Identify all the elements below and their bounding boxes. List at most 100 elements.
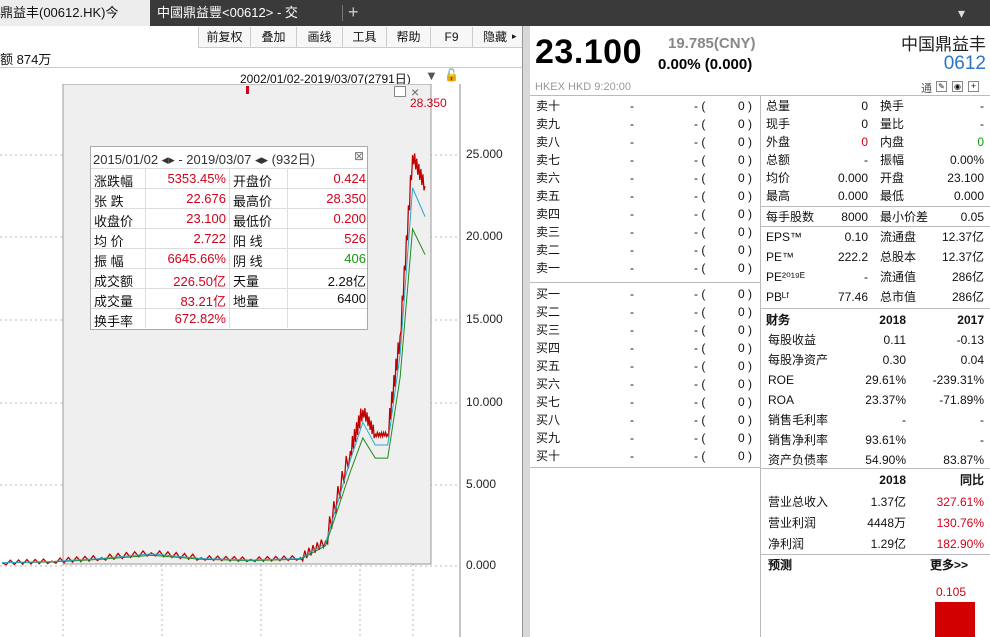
buy-level-volume: - ( [694,359,706,373]
event-marker[interactable] [246,86,249,94]
edit-icon[interactable]: ✎ [936,81,947,92]
popup-value: 0.424 [333,171,366,186]
toolbar-draw-button[interactable]: 画线 [296,27,342,47]
stat-value: 0.000 [837,189,868,203]
perf-yoy-value: 182.90% [936,537,984,551]
buy-level-label[interactable]: 买二 [536,303,560,321]
buy-level-label[interactable]: 买八 [536,411,560,429]
y-tick-label[interactable]: 20.000 [466,229,516,243]
lock-icon[interactable]: 🔓 [444,68,459,82]
ratio-label: 总股本 [880,250,917,264]
toolbar-f9-button[interactable]: F9 [430,27,472,47]
buy-level-price: - [630,341,634,355]
sell-level-count: 0 ) [738,117,753,131]
financials-value: 29.61% [865,373,906,387]
toolbar-overlay-button[interactable]: 叠加 [250,27,296,47]
buy-level-volume: - ( [694,449,706,463]
financials-label: 销售毛利率 [768,413,829,427]
ratio-label: EPS™ [766,230,803,244]
exchange-info: HKEX HKD 9:20:00 [535,81,631,93]
toolbar-tools-button[interactable]: 工具 [342,27,386,47]
buy-level-price: - [630,449,634,463]
add-tab-icon[interactable]: + [348,0,359,26]
popup-label: 换手率 [94,314,134,329]
y-tick-label[interactable]: 25.000 [466,147,516,161]
sell-level-price: - [630,207,634,221]
ratio-value: 222.2 [837,250,868,264]
sell-level-count: 0 ) [738,261,753,275]
popup-value: 23.100 [186,211,226,226]
popup-close-icon[interactable]: ⊠ [354,149,364,163]
sell-level-count: 0 ) [738,153,753,167]
sell-level-volume: - ( [694,117,706,131]
buy-level-count: 0 ) [738,431,753,445]
forecast-more-link[interactable]: 更多>> [930,556,968,574]
y-tick-label[interactable]: 10.000 [466,395,516,409]
sell-level-label[interactable]: 卖二 [536,241,560,259]
buy-level-label[interactable]: 买五 [536,357,560,375]
perf-value: 1.29亿 [870,537,906,551]
pane-splitter[interactable] [522,26,530,637]
perf-yoy-value: 130.76% [936,516,984,530]
buy-level-volume: - ( [694,431,706,445]
ratio-value: 77.46 [837,290,868,304]
chevron-down-icon[interactable]: ▾ [958,0,965,26]
popup-date-range[interactable]: 2015/01/02 ◂▸ - 2019/03/07 ◂▸ (932日) [93,149,365,168]
buy-level-count: 0 ) [738,395,753,409]
buy-level-label[interactable]: 买三 [536,321,560,339]
buy-level-label[interactable]: 买一 [536,285,560,303]
dropdown-icon[interactable]: ▼ [425,68,438,83]
sell-level-label[interactable]: 卖七 [536,151,560,169]
add-watch-icon[interactable]: + [968,81,979,92]
toolbar-help-button[interactable]: 帮助 [386,27,430,47]
sell-level-label[interactable]: 卖八 [536,133,560,151]
buy-level-label[interactable]: 买四 [536,339,560,357]
financials-value: 83.87% [943,453,984,467]
buy-level-label[interactable]: 买九 [536,429,560,447]
ratio-label: PBᴸᶠ [766,290,789,304]
toolbar-arrow-icon[interactable]: ▸ [512,31,517,42]
popup-value: 5353.45% [167,171,226,186]
ratio-label: PE²⁰¹⁹ᴱ [766,270,805,284]
sell-level-volume: - ( [694,225,706,239]
financials-value: 93.61% [865,433,906,447]
y-tick-label[interactable]: 15.000 [466,312,516,326]
popup-value: 6400 [337,291,366,306]
popup-value: 28.350 [326,191,366,206]
sell-level-label[interactable]: 卖四 [536,205,560,223]
close-selection-icon[interactable]: × [411,84,419,100]
tong-label[interactable]: 通 [921,80,932,96]
buy-level-label[interactable]: 买六 [536,375,560,393]
sell-level-label[interactable]: 卖一 [536,259,560,277]
tab-current-stock[interactable]: 鼎益丰(00612.HK)今 [0,0,150,26]
financials-value: - [980,413,984,427]
price-change: 0.00% (0.000) [658,56,753,73]
stat-label: 现手 [766,117,791,131]
orderbook-divider [530,282,760,283]
buy-level-count: 0 ) [738,323,753,337]
sell-level-label[interactable]: 卖九 [536,115,560,133]
buy-level-volume: - ( [694,287,706,301]
perf-label: 营业总收入 [768,495,829,509]
buy-level-label[interactable]: 买十 [536,447,560,465]
sell-level-label[interactable]: 卖五 [536,187,560,205]
sell-level-label[interactable]: 卖十 [536,97,560,115]
financials-label: 每股净资产 [768,353,829,367]
stats-divider [761,226,990,227]
stock-name: 中国鼎益丰 [901,35,986,54]
tab-separator [342,5,343,21]
y-tick-label[interactable]: 0.000 [466,558,516,572]
buy-level-price: - [630,413,634,427]
restore-icon[interactable] [394,86,406,97]
sell-level-label[interactable]: 卖六 [536,169,560,187]
buy-level-label[interactable]: 买七 [536,393,560,411]
buy-level-price: - [630,287,634,301]
sell-level-label[interactable]: 卖三 [536,223,560,241]
forecast-label: 预测 [768,558,793,572]
tab-trade[interactable]: 中國鼎益豐<00612> - 交 [151,0,341,26]
stat-value: - [980,117,984,131]
alert-icon[interactable]: ◉ [952,81,963,92]
toolbar-adjust-button[interactable]: 前复权 [198,27,250,47]
financials-value: 54.90% [865,453,906,467]
y-tick-label[interactable]: 5.000 [466,477,516,491]
